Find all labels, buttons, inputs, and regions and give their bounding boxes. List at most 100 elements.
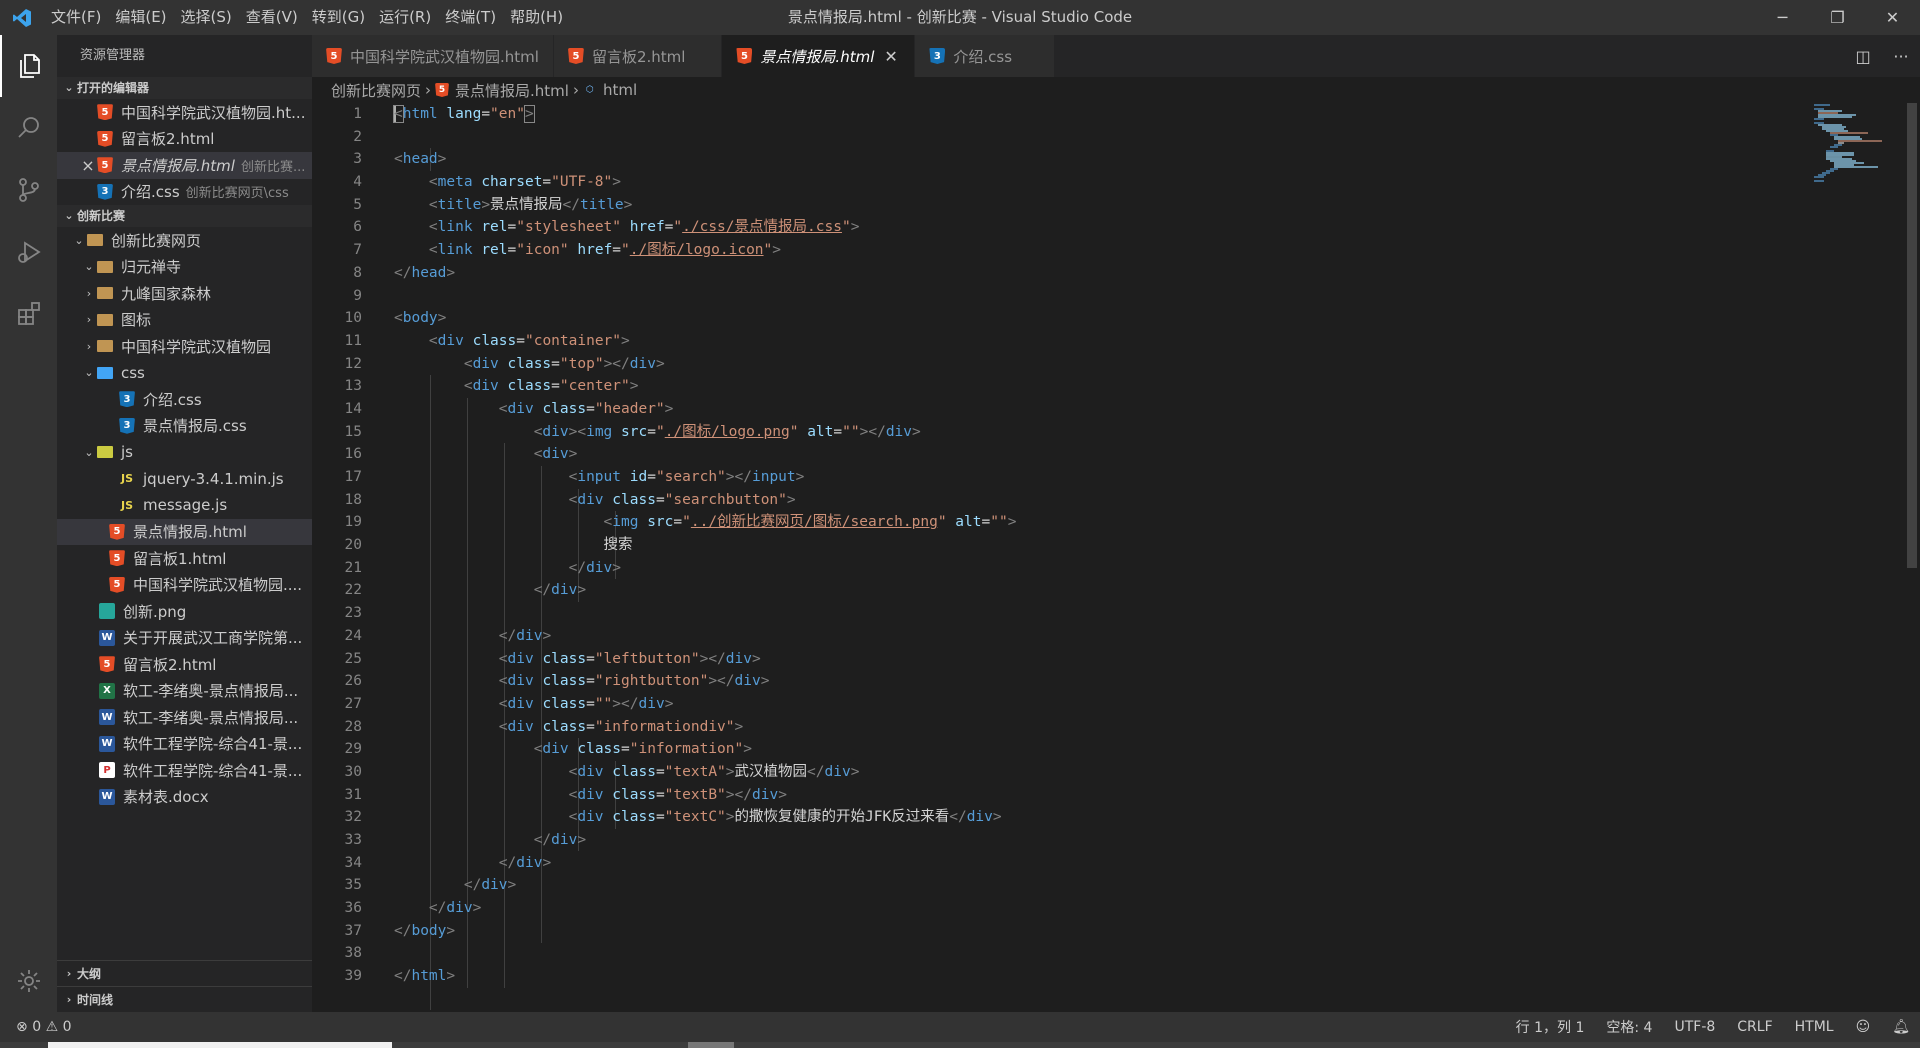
workspace-header[interactable]: ⌄ 创新比赛 (57, 205, 312, 227)
close-window-button[interactable]: ✕ (1865, 0, 1920, 35)
tree-file[interactable]: W 软件工程学院-综合41-景... (57, 731, 312, 758)
indentation[interactable]: 空格: 4 (1606, 1017, 1652, 1037)
tree-file[interactable]: 5 留言板1.html (57, 545, 312, 572)
breadcrumb-folder[interactable]: 创新比赛网页 (331, 80, 421, 101)
code-line: <div class="leftbutton"></div> (498, 650, 761, 667)
menu-go[interactable]: 转到(G) (305, 0, 372, 35)
tree-file[interactable]: JS jquery-3.4.1.min.js (57, 466, 312, 493)
html-file-icon: 5 (109, 550, 125, 567)
line-number: 29 (344, 741, 362, 758)
chevron-down-icon: ⌄ (64, 81, 74, 94)
language-mode[interactable]: HTML (1795, 1019, 1834, 1035)
code-link[interactable]: ./图标/logo.png (665, 424, 790, 440)
tree-file[interactable]: 3 景点情报局.css (57, 413, 312, 440)
tab-file-active[interactable]: 5 景点情报局.html ✕ (722, 35, 916, 77)
chevron-right-icon: › (66, 966, 72, 980)
tree-file[interactable]: W 关于开展武汉工商学院第... (57, 625, 312, 652)
outline-header[interactable]: › 大纲 (57, 960, 312, 986)
code-line: <div> (533, 446, 578, 463)
split-editor-icon[interactable]: ◫ (1844, 47, 1882, 66)
close-icon[interactable]: × (79, 156, 97, 175)
tree-file-selected[interactable]: 5 景点情报局.html (57, 518, 312, 545)
line-number: 3 (353, 151, 362, 168)
tree-folder[interactable]: › 图标 (57, 307, 312, 334)
chevron-right-icon: › (425, 81, 432, 99)
menu-run[interactable]: 运行(R) (372, 0, 438, 35)
feedback-icon[interactable]: ☺ (1856, 1019, 1871, 1035)
breadcrumb-file[interactable]: 景点情报局.html (455, 80, 569, 101)
line-number: 4 (353, 174, 362, 191)
tree-folder[interactable]: ⌄ css (57, 360, 312, 387)
open-editor-item[interactable]: 5 中国科学院武汉植物园.ht... (57, 99, 312, 126)
tab-file[interactable]: 3 介绍.css (915, 35, 1056, 77)
code-line: <div class="top"></div> (463, 355, 665, 372)
timeline-header[interactable]: › 时间线 (57, 986, 312, 1012)
scrollbar-thumb[interactable] (1907, 103, 1917, 568)
menu-terminal[interactable]: 终端(T) (438, 0, 503, 35)
pdf-file-icon: P (99, 762, 115, 779)
close-icon[interactable]: ✕ (884, 47, 900, 66)
tree-folder[interactable]: ⌄ 归元禅寺 (57, 254, 312, 281)
vscode-logo-icon (0, 0, 44, 35)
line-number: 23 (344, 605, 362, 622)
code-line: </div> (498, 854, 552, 871)
open-editors-header[interactable]: ⌄ 打开的编辑器 (57, 77, 312, 99)
line-number: 18 (344, 491, 362, 508)
run-debug-icon[interactable] (0, 221, 57, 283)
explorer-icon[interactable] (0, 35, 57, 97)
js-file-icon: JS (120, 472, 133, 486)
cursor-position[interactable]: 行 1，列 1 (1516, 1017, 1585, 1037)
activity-bar (0, 35, 57, 1012)
tree-file[interactable]: JS message.js (57, 492, 312, 519)
end-of-line[interactable]: CRLF (1737, 1019, 1772, 1035)
tree-file[interactable]: 3 介绍.css (57, 386, 312, 413)
menu-help[interactable]: 帮助(H) (503, 0, 570, 35)
tab-file[interactable]: 5 留言板2.html (553, 35, 723, 77)
vertical-scrollbar[interactable] (1906, 103, 1920, 1012)
menu-selection[interactable]: 选择(S) (174, 0, 239, 35)
minimap[interactable] (1812, 103, 1902, 203)
code-line: </html> (394, 968, 456, 985)
breadcrumb-symbol[interactable]: html (603, 81, 637, 99)
code-line: <input id="search"></input> (568, 469, 805, 485)
restore-button[interactable]: ❐ (1810, 0, 1865, 35)
problems-indicator[interactable]: ⊗ 0 ⚠ 0 (16, 1019, 72, 1035)
open-editor-item[interactable]: 3 介绍.css 创新比赛网页\css (57, 179, 312, 206)
tree-file[interactable]: W 素材表.docx (57, 784, 312, 811)
source-control-icon[interactable] (0, 159, 57, 221)
code-line: 搜索 (603, 537, 633, 554)
open-editor-item-active[interactable]: × 5 景点情报局.html 创新比赛... (57, 152, 312, 179)
open-editor-item[interactable]: 5 留言板2.html (57, 126, 312, 153)
code-link[interactable]: ./图标/logo.icon (630, 242, 764, 258)
code-link[interactable]: ./css/景点情报局.css (682, 219, 842, 235)
line-number: 30 (344, 763, 362, 780)
notifications-bell-icon[interactable]: 🔔︎ (1892, 1019, 1910, 1035)
settings-gear-icon[interactable] (0, 950, 57, 1012)
tree-folder[interactable]: › 九峰国家森林 (57, 280, 312, 307)
tree-folder[interactable]: ⌄ 创新比赛网页 (57, 227, 312, 254)
menu-view[interactable]: 查看(V) (239, 0, 305, 35)
tree-file[interactable]: 5 留言板2.html (57, 651, 312, 678)
code-link[interactable]: ../创新比赛网页/图标/search.png (691, 514, 938, 530)
menu-edit[interactable]: 编辑(E) (108, 0, 173, 35)
minimize-button[interactable]: ─ (1755, 0, 1810, 35)
tree-file[interactable]: W 软工-李绪奥-景点情报局... (57, 704, 312, 731)
encoding[interactable]: UTF-8 (1674, 1019, 1715, 1035)
code-editor[interactable]: 1 2 3 4 5 6 7 8 9 10 11 12 13 14 15 16 1… (312, 103, 1920, 1012)
tree-folder[interactable]: ⌄ js (57, 439, 312, 466)
tree-file[interactable]: 5 中国科学院武汉植物园.... (57, 572, 312, 599)
status-bar: ⊗ 0 ⚠ 0 行 1，列 1 空格: 4 UTF-8 CRLF HTML ☺ … (0, 1012, 1920, 1042)
css-file-icon: 3 (929, 48, 946, 64)
tab-file[interactable]: 5 中国科学院武汉植物园.html (312, 35, 554, 77)
tree-file[interactable]: X 软工-李绪奥-景点情报局... (57, 678, 312, 705)
more-actions-icon[interactable]: ··· (1882, 47, 1920, 66)
tree-file[interactable]: P 软件工程学院-综合41-景... (57, 757, 312, 784)
extensions-icon[interactable] (0, 283, 57, 345)
code-line: </div> (533, 832, 587, 848)
tree-folder[interactable]: › 中国科学院武汉植物园 (57, 333, 312, 360)
search-icon[interactable] (0, 97, 57, 159)
tree-file[interactable]: 创新.png (57, 598, 312, 625)
menu-file[interactable]: 文件(F) (44, 0, 108, 35)
line-number: 31 (344, 786, 362, 803)
